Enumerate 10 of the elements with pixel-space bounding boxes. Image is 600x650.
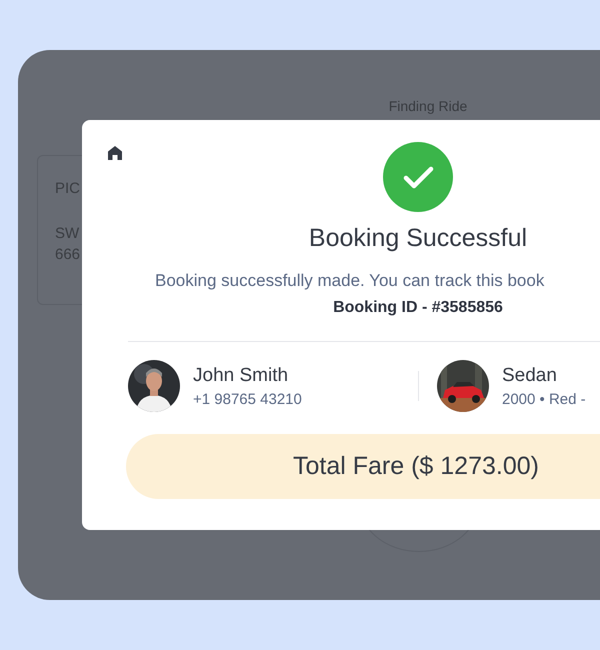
dialog-message: Booking successfully made. You can track this book [155, 271, 544, 291]
driver-name: John Smith [193, 364, 290, 386]
check-icon [383, 142, 453, 212]
vehicle-name: Sedan [502, 364, 558, 386]
driver-phone: +1 98765 43210 [193, 390, 302, 408]
home-icon[interactable] [107, 145, 123, 161]
dialog-title: Booking Successful [308, 224, 528, 253]
booking-id: Booking ID - #3585856 [333, 299, 503, 317]
total-fare: Total Fare ($ 1273.00) [293, 452, 539, 481]
vehicle-details: 2000 • Red - [502, 390, 586, 408]
